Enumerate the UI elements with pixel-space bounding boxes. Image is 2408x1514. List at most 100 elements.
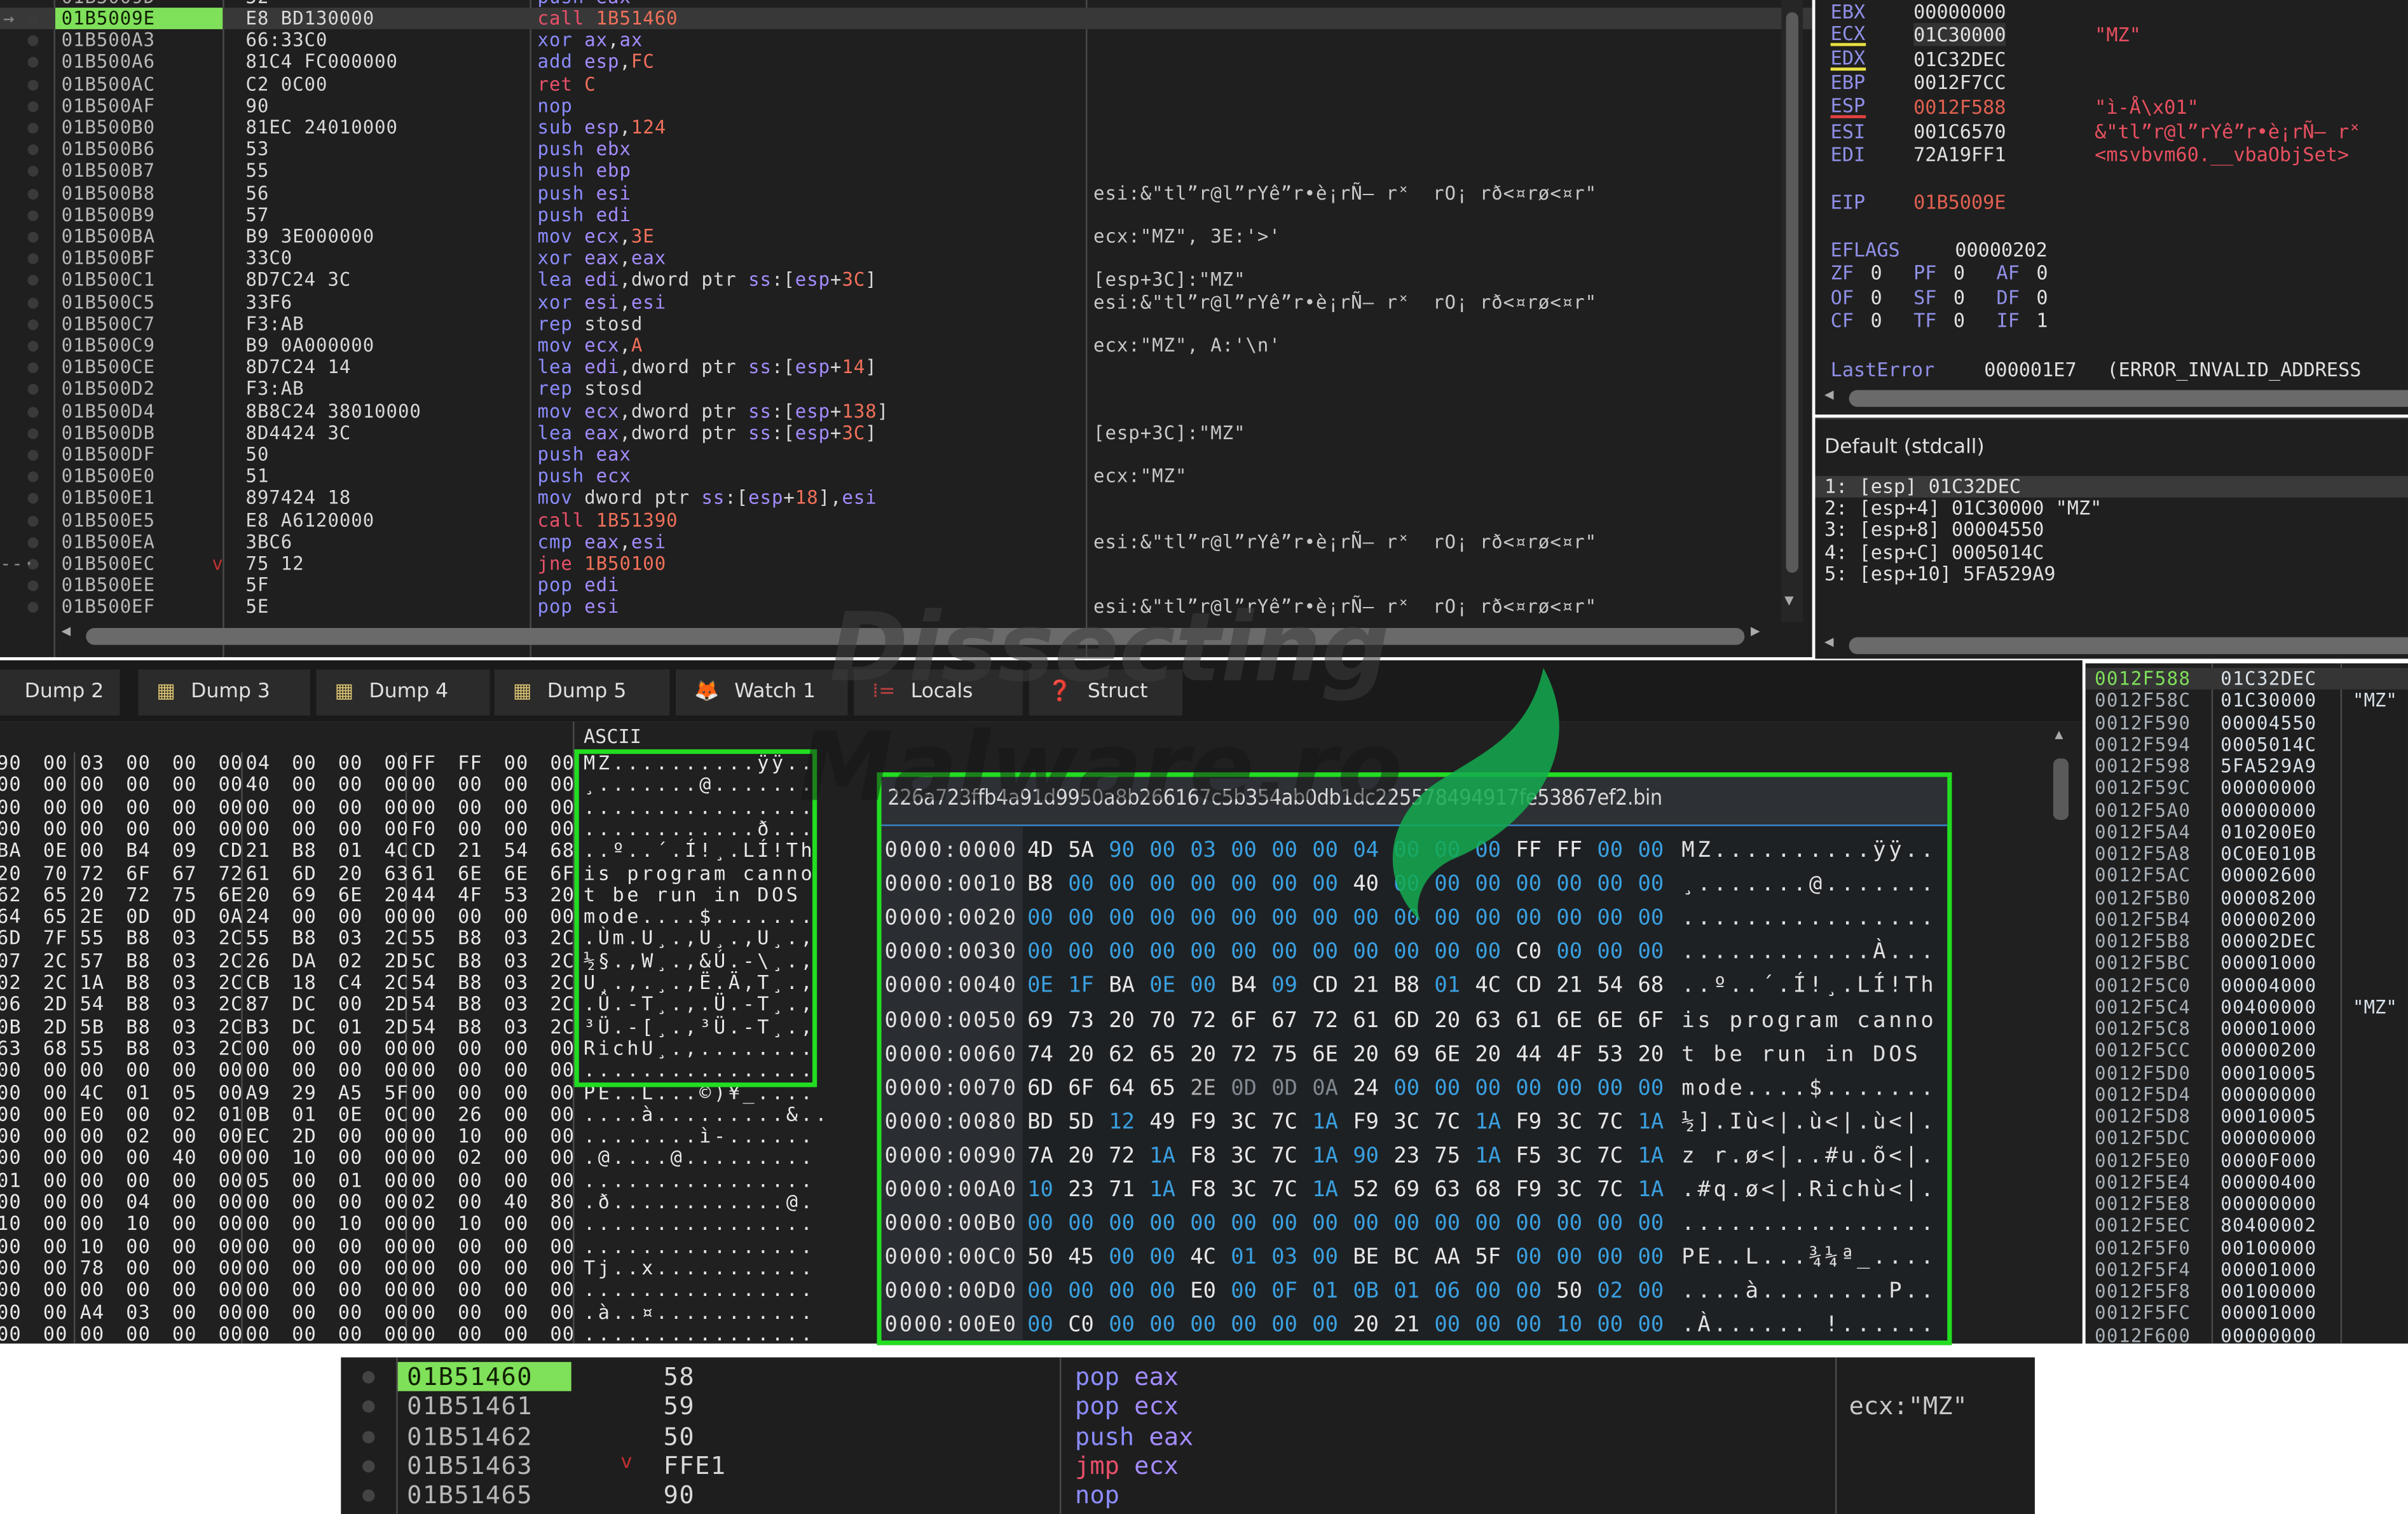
breakpoint-toggle[interactable] — [27, 210, 39, 221]
hex-row[interactable]: 0000:0000 4D 5A 90 00 03 00 00 00 04 00 00 00 FF FF 00 0… — [882, 834, 1948, 868]
hex-byte[interactable]: 00 — [1434, 1309, 1460, 1340]
call-argument[interactable]: 2: [esp+4] 01C30000 "MZ" — [1815, 497, 2407, 519]
hex-row[interactable]: 0000:0050 69 73 20 70 72 6F 67 72 61 6D 20 63 61 6E 6E 6… — [882, 1004, 1948, 1037]
hex-byte[interactable]: 75 — [1271, 1037, 1297, 1071]
hex-byte[interactable]: 00 — [1638, 936, 1664, 969]
hex-byte[interactable]: 00 — [1149, 936, 1175, 969]
hex-byte[interactable]: 00 — [1597, 1241, 1623, 1274]
breakpoint-toggle[interactable] — [27, 602, 39, 613]
hex-byte[interactable]: 64 — [1109, 1071, 1135, 1105]
breakpoint-toggle[interactable] — [27, 188, 39, 200]
hex-byte[interactable]: 72 — [1231, 1037, 1257, 1071]
hex-byte[interactable]: 54 — [1597, 969, 1623, 1003]
hex-byte[interactable]: F5 — [1515, 1139, 1542, 1173]
hex-byte[interactable]: CD — [1312, 969, 1338, 1003]
call-argument[interactable]: 5: [esp+10] 5FA529A9 — [1815, 563, 2407, 585]
hex-byte[interactable]: 00 — [1231, 1275, 1257, 1309]
hex-byte[interactable]: 53 — [1597, 1037, 1623, 1071]
hex-byte[interactable]: 12 — [1109, 1105, 1135, 1139]
hex-byte[interactable]: 03 — [1190, 834, 1216, 868]
hex-row[interactable]: 0000:0020 00 00 00 00 00 00 00 00 00 00 00 00 00 00 00 0… — [882, 902, 1948, 936]
disasm-row[interactable]: 01B500C5 33F6 xor esi,esi esi:&"tl”r@l”rYê”… — [0, 291, 1812, 313]
hex-byte[interactable]: 00 — [1271, 936, 1297, 969]
hex-byte[interactable]: 00 — [1434, 1207, 1460, 1241]
register-ecx-value[interactable]: 01C30000 — [1913, 23, 2006, 46]
hex-byte[interactable]: 70 — [1149, 1004, 1175, 1037]
hex-byte[interactable]: 00 — [1556, 1241, 1582, 1274]
hex-byte[interactable]: AA — [1434, 1241, 1460, 1274]
disasm-row[interactable]: 01B500D2 F3:AB rep stosd — [0, 378, 1812, 400]
hex-byte[interactable]: 20 — [1068, 1139, 1094, 1173]
disasm-row[interactable]: 01B500DB 8D4424 3C lea eax,dword ptr ss:[e… — [0, 422, 1812, 444]
hex-byte[interactable]: 00 — [1231, 1207, 1257, 1241]
disasm-row[interactable]: 01B500EE 5F pop edi — [0, 575, 1812, 596]
hex-byte[interactable]: 00 — [1515, 1207, 1542, 1241]
hex-byte[interactable]: 00 — [1271, 902, 1297, 936]
hex-byte[interactable]: 0D — [1271, 1071, 1297, 1105]
breakpoint-toggle[interactable] — [27, 580, 39, 592]
hex-byte[interactable]: 00 — [1149, 1207, 1175, 1241]
hex-byte[interactable]: CD — [1515, 969, 1542, 1003]
hex-byte[interactable]: 00 — [1231, 1309, 1257, 1340]
hex-byte[interactable]: 00 — [1312, 868, 1338, 901]
hex-byte[interactable]: 00 — [1190, 969, 1216, 1003]
register-eip-label[interactable]: EIP — [1831, 191, 1866, 214]
hex-byte[interactable]: B8 — [1027, 868, 1053, 901]
hex-byte[interactable]: 00 — [1149, 1275, 1175, 1309]
register-esp-label[interactable]: ESP — [1830, 95, 1866, 119]
hex-byte[interactable]: 20 — [1638, 1037, 1664, 1071]
hex-byte[interactable]: 3C — [1231, 1139, 1257, 1173]
hex-byte[interactable]: 00 — [1475, 936, 1501, 969]
hex-byte[interactable]: 0E — [1027, 969, 1053, 1003]
hex-byte[interactable]: 3C — [1556, 1173, 1582, 1207]
hex-byte[interactable]: 6F — [1638, 1004, 1664, 1037]
disasm-row[interactable]: 01B51462 50 push eax — [341, 1421, 2035, 1450]
hex-byte[interactable]: F8 — [1190, 1173, 1216, 1207]
hex-byte[interactable]: F8 — [1190, 1139, 1216, 1173]
hex-byte[interactable]: 00 — [1068, 936, 1094, 969]
hex-byte[interactable]: FF — [1515, 834, 1542, 868]
hex-byte[interactable]: 6E — [1312, 1037, 1338, 1071]
hex-byte[interactable]: 61 — [1353, 1004, 1379, 1037]
hex-byte[interactable]: 00 — [1475, 1207, 1501, 1241]
hex-byte[interactable]: 00 — [1475, 868, 1501, 901]
hex-byte[interactable]: 20 — [1190, 1037, 1216, 1071]
hex-byte[interactable]: 04 — [1353, 834, 1379, 868]
stack-row[interactable]: 0012F600 00000000 — [2086, 1325, 2408, 1344]
hex-byte[interactable]: 00 — [1638, 1071, 1664, 1105]
hex-row[interactable]: 0000:0080 BD 5D 12 49 F9 3C 7C 1A F9 3C 7C 1A F9 3C 7C 1… — [882, 1105, 1948, 1139]
hex-byte[interactable]: 6D — [1393, 1004, 1419, 1037]
hex-byte[interactable]: 00 — [1434, 868, 1460, 901]
tab-dump-4[interactable]: ▦ Dump 4 — [316, 669, 490, 716]
hex-byte[interactable]: 00 — [1109, 936, 1135, 969]
hex-byte[interactable]: C0 — [1515, 936, 1542, 969]
tab-watch-1[interactable]: 🦊 Watch 1 — [675, 669, 848, 716]
hex-byte[interactable]: E0 — [1190, 1275, 1216, 1309]
hex-row[interactable]: 0000:00A0 10 23 71 1A F8 3C 7C 1A 52 69 63 68 F9 3C 7C 1… — [882, 1173, 1948, 1207]
hex-byte[interactable]: 00 — [1312, 936, 1338, 969]
breakpoint-toggle[interactable] — [362, 1430, 375, 1443]
breakpoint-toggle[interactable] — [27, 297, 39, 308]
hex-byte[interactable]: 1A — [1149, 1139, 1175, 1173]
hex-byte[interactable]: 00 — [1638, 1241, 1664, 1274]
hex-byte[interactable]: 69 — [1393, 1173, 1419, 1207]
breakpoint-toggle[interactable] — [27, 275, 39, 287]
hex-byte[interactable]: 00 — [1109, 1207, 1135, 1241]
hex-byte[interactable]: 23 — [1068, 1173, 1094, 1207]
hex-byte[interactable]: BA — [1109, 969, 1135, 1003]
hex-byte[interactable]: 1A — [1638, 1139, 1664, 1173]
hex-byte[interactable]: 00 — [1027, 1309, 1053, 1340]
hex-byte[interactable]: 6F — [1068, 1071, 1094, 1105]
stack-row[interactable]: 0012F5E0 0000F000 — [2086, 1149, 2408, 1171]
hex-byte[interactable]: 00 — [1638, 834, 1664, 868]
hex-byte[interactable]: 00 — [1353, 1207, 1379, 1241]
hex-byte[interactable]: 00 — [1597, 902, 1623, 936]
hex-byte[interactable]: 72 — [1190, 1004, 1216, 1037]
stack-row[interactable]: 0012F5A4 010200E0 — [2086, 821, 2408, 843]
hex-byte[interactable]: 00 — [1393, 1071, 1419, 1105]
hex-byte[interactable]: 20 — [1109, 1004, 1135, 1037]
hex-byte[interactable]: 1A — [1149, 1173, 1175, 1207]
disasm-row[interactable]: 01B500EC 75 12 v --· jne 1B50100 — [0, 553, 1812, 575]
hex-byte[interactable]: 00 — [1068, 868, 1094, 901]
hex-byte[interactable]: 00 — [1638, 1275, 1664, 1309]
